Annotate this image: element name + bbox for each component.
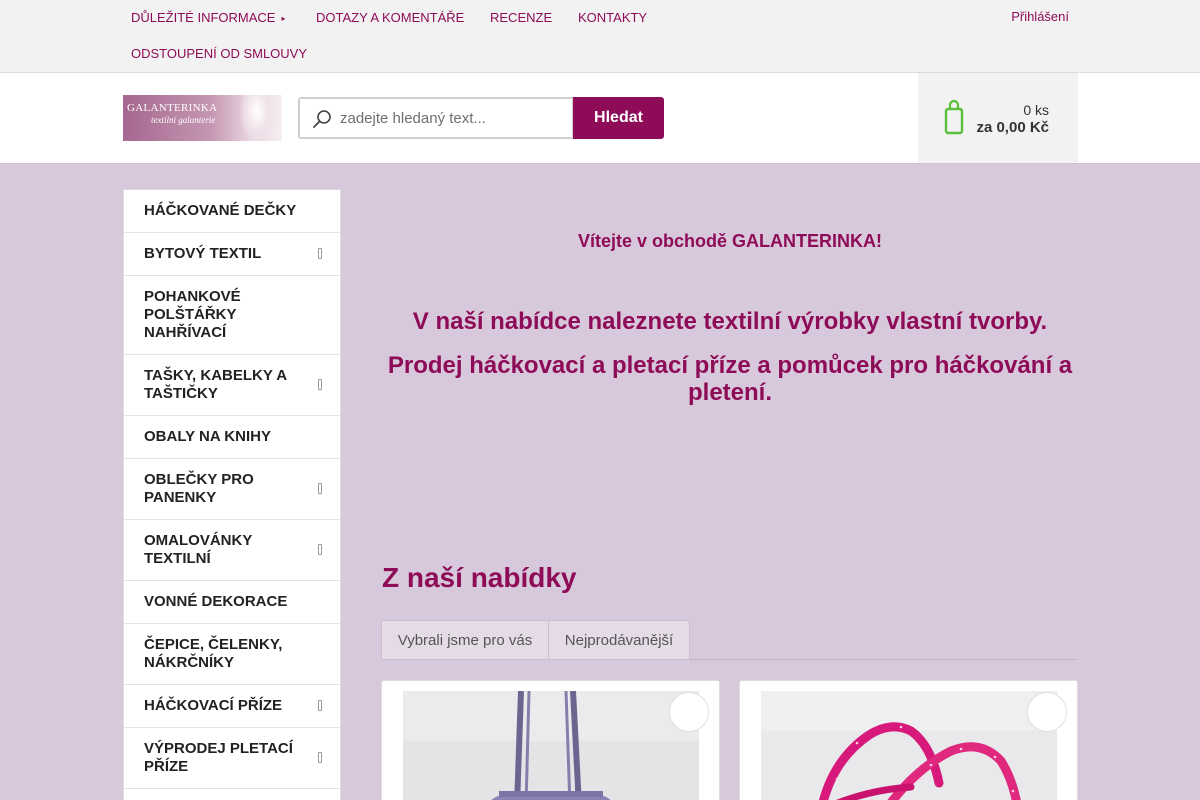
purple-bag-photo <box>403 691 699 800</box>
submenu-arrow-icon <box>318 752 322 763</box>
submenu-arrow-icon <box>318 248 322 259</box>
wishlist-heart-icon[interactable] <box>669 692 709 732</box>
submenu-arrow-icon <box>318 483 322 494</box>
category-item-home-textiles[interactable]: BYTOVÝ TEXTIL <box>124 233 340 276</box>
top-navigation-bar: Důležité informace ▸ Dotazy a komentáře R… <box>0 0 1200 73</box>
intro-text-1: V naší nabídce naleznete textilní výrobk… <box>412 308 1048 335</box>
login-link[interactable]: Přihlášení <box>1011 9 1069 24</box>
nav-item-label: Důležité informace <box>131 10 276 25</box>
category-label: POHANKOVÉ POLŠTÁŘKY NAHŘÍVACÍ <box>144 288 241 341</box>
product-card[interactable] <box>739 680 1078 800</box>
category-label: OBLEČKY PRO PANENKY <box>144 471 254 506</box>
wishlist-heart-icon[interactable] <box>1027 692 1067 732</box>
nav-item-contacts[interactable]: Kontakty <box>578 10 647 25</box>
category-label: OBALY NA KNIHY <box>144 428 271 445</box>
category-item-partial[interactable] <box>124 789 340 800</box>
category-item-crocheted-doilies[interactable]: HÁČKOVANÉ DEČKY <box>124 190 340 233</box>
nav-item-withdrawal[interactable]: Odstoupení od smlouvy <box>131 46 307 61</box>
category-label: HÁČKOVANÉ DEČKY <box>144 202 297 219</box>
category-item-buckwheat-pillows[interactable]: POHANKOVÉ POLŠTÁŘKY NAHŘÍVACÍ <box>124 276 340 355</box>
nav-item-important-info[interactable]: Důležité informace ▸ <box>131 10 285 25</box>
search-button[interactable]: Hledat <box>573 97 664 139</box>
site-header: GALANTERINKA textilní galanterie Hledat … <box>0 73 1200 164</box>
login-label: Přihlášení <box>1011 9 1069 24</box>
search-input[interactable] <box>340 99 570 137</box>
category-label: HÁČKOVACÍ PŘÍZE <box>144 697 283 714</box>
category-label: VONNÉ DEKORACE <box>144 593 288 610</box>
search-icon <box>313 110 331 128</box>
tab-our-picks[interactable]: Vybrali jsme pro vás <box>381 620 549 660</box>
category-label: VÝPRODEJ PLETACÍ PŘÍZE <box>144 740 293 775</box>
cart-total-price: za 0,00 Kč <box>976 119 1049 136</box>
section-title: Z naší nabídky <box>382 562 577 593</box>
nav-item-questions-comments[interactable]: Dotazy a komentáře <box>316 10 464 25</box>
pink-bag-photo <box>761 691 1057 800</box>
category-label: ČEPICE, ČELENKY, NÁKRČNÍKY <box>144 636 283 671</box>
category-item-doll-clothes[interactable]: OBLEČKY PRO PANENKY <box>124 459 340 520</box>
product-image-pink-bag[interactable] <box>761 691 1057 800</box>
product-tabs: Vybrali jsme pro vás Nejprodávanější <box>381 620 1078 660</box>
category-item-hats-headbands[interactable]: ČEPICE, ČELENKY, NÁKRČNÍKY <box>124 624 340 685</box>
welcome-heading: Vítejte v obchodě GALANTERINKA! <box>577 231 882 251</box>
search-box <box>298 97 574 139</box>
intro-text-2: Prodej háčkovací a pletací příze a pomůc… <box>387 352 1073 406</box>
cart-item-count: 0 ks <box>1023 102 1049 118</box>
logo-title: GALANTERINKA <box>127 102 218 114</box>
product-image-purple-bag[interactable] <box>403 691 699 800</box>
nav-item-reviews[interactable]: Recenze <box>490 10 552 25</box>
cart-widget[interactable]: 0 ks za 0,00 Kč <box>918 73 1078 163</box>
cart-icon <box>944 99 964 135</box>
category-item-book-covers[interactable]: OBALY NA KNIHY <box>124 416 340 459</box>
logo-subtitle: textilní galanterie <box>151 115 216 125</box>
category-item-bags[interactable]: TAŠKY, KABELKY A TAŠTIČKY <box>124 355 340 416</box>
category-item-textile-coloring[interactable]: OMALOVÁNKY TEXTILNÍ <box>124 520 340 581</box>
dropdown-caret-icon: ▸ <box>281 14 286 23</box>
category-label: TAŠKY, KABELKY A TAŠTIČKY <box>144 367 287 402</box>
category-label: OMALOVÁNKY TEXTILNÍ <box>144 532 253 567</box>
product-card[interactable] <box>381 680 720 800</box>
category-item-knitting-yarn-sale[interactable]: VÝPRODEJ PLETACÍ PŘÍZE <box>124 728 340 789</box>
category-item-crochet-yarn[interactable]: HÁČKOVACÍ PŘÍZE <box>124 685 340 728</box>
category-label: BYTOVÝ TEXTIL <box>144 245 262 262</box>
logo-illustration <box>240 95 274 141</box>
category-item-scented-decorations[interactable]: VONNÉ DEKORACE <box>124 581 340 624</box>
account-area: Přihlášení <box>997 9 1069 24</box>
submenu-arrow-icon <box>318 544 322 555</box>
submenu-arrow-icon <box>318 700 322 711</box>
category-sidebar: HÁČKOVANÉ DEČKY BYTOVÝ TEXTIL POHANKOVÉ … <box>123 189 341 800</box>
site-logo[interactable]: GALANTERINKA textilní galanterie <box>123 95 282 141</box>
submenu-arrow-icon <box>318 379 322 390</box>
tab-bestsellers[interactable]: Nejprodávanější <box>548 620 690 660</box>
